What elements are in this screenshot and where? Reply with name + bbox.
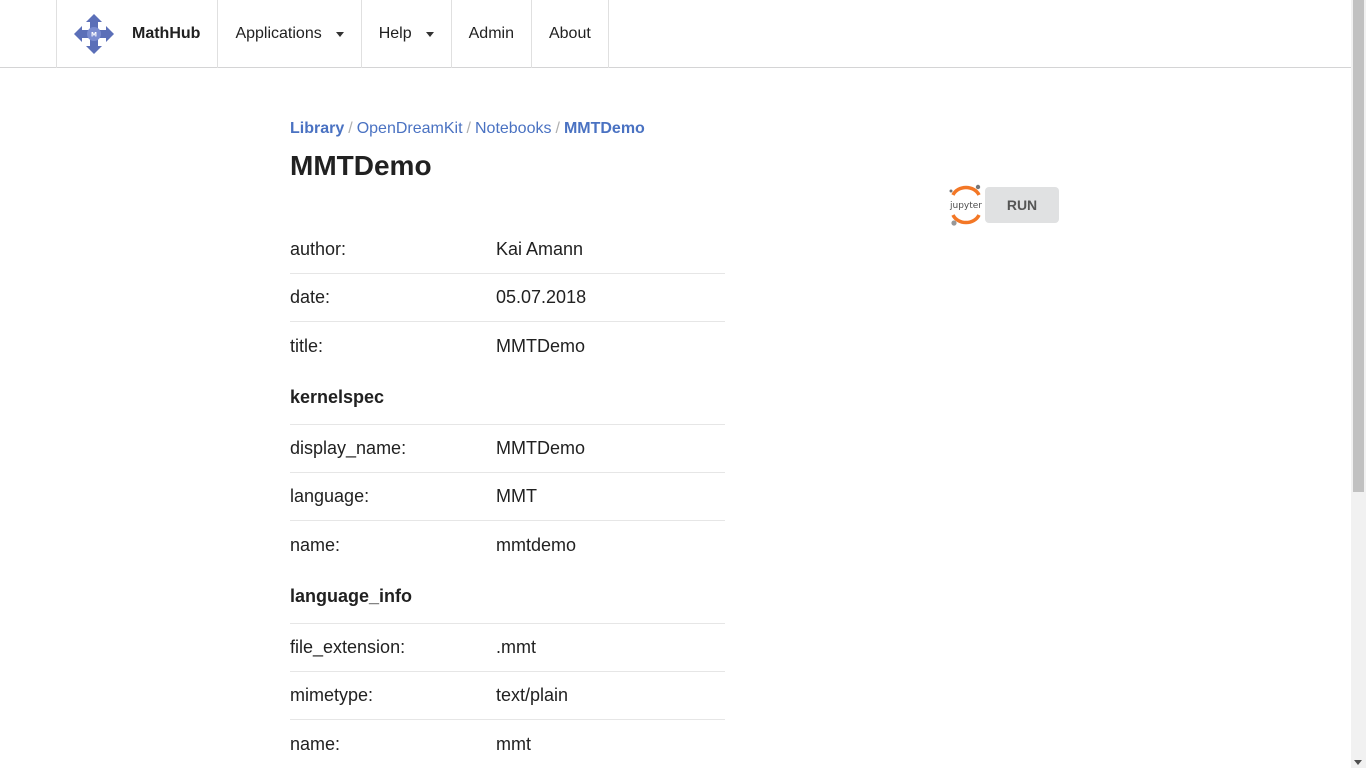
top-navbar: M MathHub Applications Help Admin About (0, 0, 1351, 68)
metadata-key: mimetype: (290, 685, 374, 705)
breadcrumb-opendreamkit[interactable]: OpenDreamKit (357, 120, 463, 137)
scroll-down-arrow-icon[interactable] (1354, 760, 1362, 765)
run-button[interactable]: RUN (985, 187, 1059, 223)
vertical-scrollbar[interactable] (1351, 0, 1366, 768)
metadata-row-display-name: display_name: MMTDemo (290, 425, 725, 473)
nav-menu: M MathHub Applications Help Admin About (56, 0, 609, 68)
metadata-key: title: (290, 335, 324, 356)
metadata-value: MMT (496, 486, 537, 506)
metadata-value: 05.07.2018 (496, 287, 587, 307)
metadata-row-language-name: name: mmt (290, 720, 725, 768)
metadata-value: .mmt (496, 637, 536, 657)
metadata-key: author: (290, 239, 347, 259)
scrollbar-thumb[interactable] (1353, 0, 1364, 492)
caret-down-icon (425, 31, 434, 37)
metadata-value: mmt (496, 733, 531, 754)
breadcrumb: Library / OpenDreamKit / Notebooks / MMTDemo (290, 120, 645, 138)
page-title: MMTDemo (290, 150, 432, 181)
nav-applications-label: Applications (235, 25, 322, 42)
nav-applications[interactable]: Applications (217, 0, 360, 68)
metadata-key: file_extension: (290, 637, 406, 657)
metadata-key: name: (290, 534, 341, 555)
metadata-value: text/plain (496, 685, 569, 705)
nav-admin-label: Admin (468, 25, 514, 42)
metadata-row-kernel-name: name: mmtdemo (290, 521, 725, 569)
breadcrumb-notebooks[interactable]: Notebooks (475, 120, 552, 137)
breadcrumb-separator: / (466, 120, 471, 137)
metadata-value: mmtdemo (496, 534, 577, 555)
metadata-value: MMTDemo (496, 335, 585, 356)
jupyter-logo-icon: jupyter (949, 184, 982, 226)
nav-about[interactable]: About (530, 0, 609, 68)
jupyter-logo-text: jupyter (949, 201, 982, 211)
nav-help-label: Help (378, 25, 412, 42)
metadata-row-language: language: MMT (290, 473, 725, 521)
breadcrumb-library[interactable]: Library (290, 120, 344, 137)
metadata-row-file-extension: file_extension: .mmt (290, 624, 725, 672)
metadata-value: Kai Amann (496, 239, 584, 259)
run-controls: jupyter RUN (947, 183, 1059, 227)
svg-text:M: M (91, 32, 97, 39)
section-heading-language-info: language_info (290, 569, 725, 624)
metadata-row-author: author: Kai Amann (290, 226, 725, 274)
metadata-key: date: (290, 287, 331, 307)
metadata-key: language: (290, 486, 370, 506)
nav-admin[interactable]: Admin (450, 0, 531, 68)
section-heading-kernelspec: kernelspec (290, 370, 725, 425)
breadcrumb-separator: / (348, 120, 353, 137)
metadata-row-mimetype: mimetype: text/plain (290, 672, 725, 720)
metadata-key: display_name: (290, 438, 407, 458)
nav-about-label: About (548, 25, 591, 42)
caret-down-icon (335, 31, 344, 37)
breadcrumb-current: MMTDemo (563, 120, 645, 137)
brand-name: MathHub (132, 25, 201, 42)
metadata-table: author: Kai Amann date: 05.07.2018 title… (290, 226, 725, 768)
mathhub-logo-icon: M (74, 14, 114, 54)
metadata-value: MMTDemo (496, 438, 585, 458)
metadata-row-title: title: MMTDemo (290, 322, 725, 370)
nav-help[interactable]: Help (360, 0, 451, 68)
breadcrumb-separator: / (555, 120, 560, 137)
metadata-row-date: date: 05.07.2018 (290, 274, 725, 322)
metadata-key: name: (290, 733, 341, 754)
brand-home-link[interactable]: M MathHub (56, 0, 217, 68)
